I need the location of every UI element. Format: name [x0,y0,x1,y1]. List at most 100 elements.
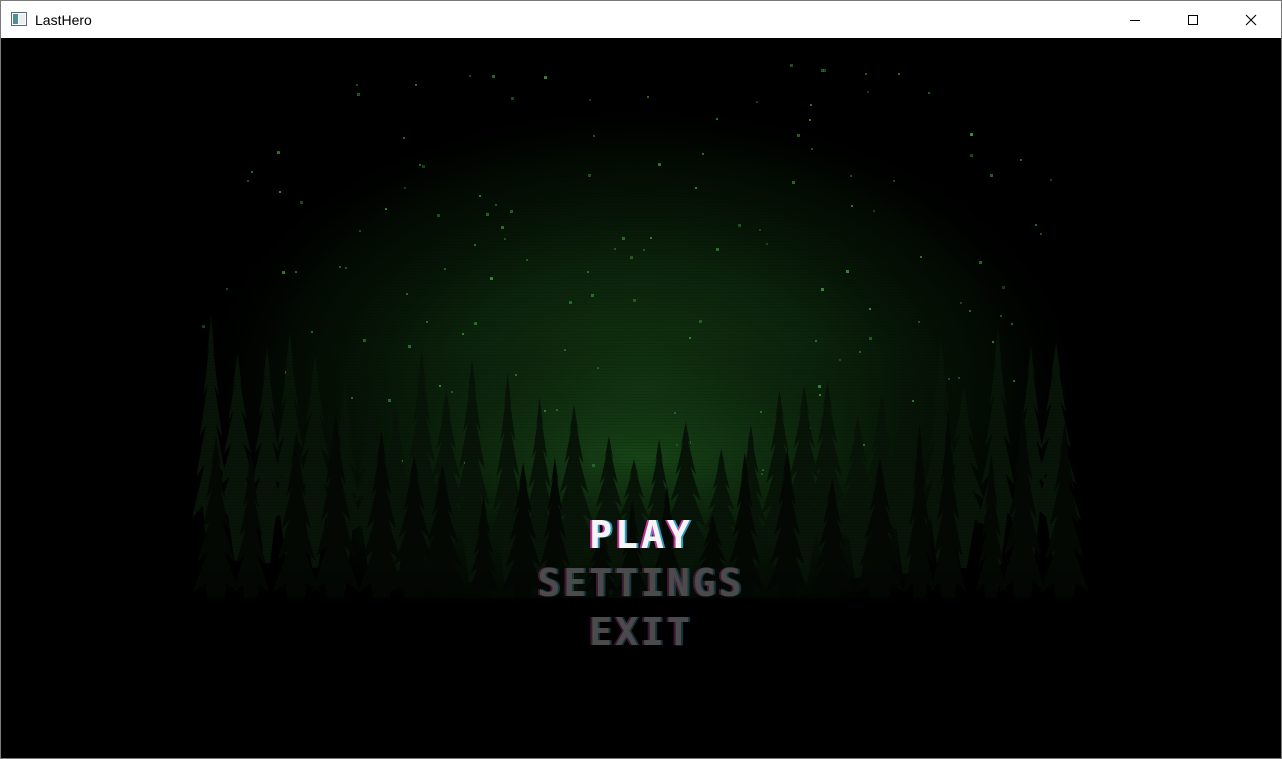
star [388,399,391,402]
menu-exit-button[interactable]: EXIT [1,612,1281,652]
star [339,266,341,268]
star [1050,179,1052,181]
star [893,180,895,182]
star [759,229,761,231]
star [912,400,914,402]
star [702,153,704,155]
star [495,204,497,206]
star [622,237,625,240]
star [676,444,678,446]
star [569,301,572,304]
star [356,84,358,86]
star [846,270,849,273]
close-button[interactable] [1222,1,1280,38]
star [226,288,228,290]
star [658,163,661,166]
star [593,135,595,137]
star [526,259,528,261]
star [385,208,387,210]
star [515,374,517,376]
star [404,187,406,189]
star [614,248,616,250]
star [918,321,920,323]
star [819,394,821,396]
star [363,339,366,342]
star [674,412,676,414]
star [865,73,867,75]
star [790,64,793,67]
star [818,385,821,388]
star [1020,159,1022,161]
star [1040,233,1042,235]
star [589,99,591,101]
maximize-button[interactable] [1164,1,1222,38]
star [766,243,768,245]
star [979,261,982,264]
menu-settings-button[interactable]: SETTINGS [1,563,1281,603]
star [492,75,495,78]
star [202,325,205,328]
star [474,322,477,325]
star [1011,323,1013,325]
star [859,351,861,353]
star [716,118,718,120]
star [451,391,453,393]
star [544,76,547,79]
star [851,205,853,207]
star [277,151,280,154]
star [821,288,824,291]
maximize-icon [1188,14,1198,25]
star [351,397,353,399]
game-viewport[interactable]: PLAY SETTINGS EXIT [1,38,1281,758]
star [792,181,795,184]
star [869,337,872,340]
star [716,248,719,251]
title-bar[interactable]: LastHero [1,1,1281,38]
star [556,409,558,411]
star [869,308,871,310]
star [251,171,253,173]
star [990,174,993,177]
star [597,367,599,369]
star [633,299,636,302]
star [1035,224,1037,226]
star [501,226,504,229]
menu-play-button[interactable]: PLAY [1,515,1281,555]
star [419,164,421,166]
game-window: LastHero PLAY SETTINGS EXIT [0,0,1282,759]
star [564,349,566,351]
star [695,187,697,189]
star [992,341,994,343]
minimize-button[interactable] [1106,1,1164,38]
star [810,104,812,106]
star [279,191,281,193]
star [821,69,824,72]
star [479,195,481,197]
star [1000,315,1002,317]
star [444,268,446,270]
star [969,310,971,312]
star [592,464,595,467]
star [437,214,440,217]
star [689,337,691,339]
star [469,75,471,77]
minimize-icon [1130,19,1140,21]
window-title: LastHero [35,12,92,28]
star [345,267,347,269]
star [811,148,813,150]
star [282,271,285,274]
star [439,385,441,387]
star [809,119,811,121]
star [406,293,408,295]
star [797,134,800,137]
star [588,174,591,177]
star [958,377,960,379]
star [756,101,758,103]
star [403,137,405,139]
star [311,331,313,333]
star [647,96,649,98]
star [760,411,762,413]
star [462,333,464,335]
star [738,224,741,227]
star [422,165,425,168]
